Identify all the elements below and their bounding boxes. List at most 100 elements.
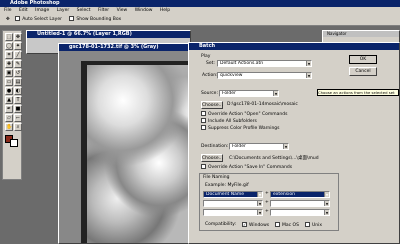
slice-tool-icon[interactable]: ╱ [14,51,22,59]
marquee-tool-icon[interactable]: ⬚ [5,33,13,41]
brush-tool-icon[interactable]: ✎ [14,60,22,68]
zoom-tool-icon[interactable]: ⌕ [14,123,22,131]
destination-label: Destination: [201,144,229,149]
move-tool-icon[interactable]: ✥ [14,33,22,41]
suppress-warnings-option[interactable]: Suppress Color Profile Warnings [201,125,280,131]
plus-sign: + [265,191,269,196]
windows-checkbox[interactable]: ✓ [242,222,247,227]
chevron-down-icon: ▼ [283,144,288,149]
source-path: D:\gsc178-01-14mosaic\mosaic [227,102,298,107]
action-select[interactable]: quickview ▼ [217,72,312,79]
document-title-bar[interactable]: gsc178-01-1732.tif @ 3% (Gray) [59,44,207,51]
toolbox: ⬚ ✥ ◯ ✦ ⌗ ╱ ✚ ✎ ▣ ↺ ▭ ▤ ● ◐ ▲ T ✒ ■ ▱ ⌐ … [2,30,22,180]
action-label: Action: [202,73,218,78]
document-title-bar[interactable]: Untitled-1 @ 66.7% (Layer 1,RGB) [27,31,190,38]
bounding-box-checkbox[interactable] [69,16,75,21]
ok-button[interactable]: OK [349,55,377,64]
naming-field-5[interactable]: ▼ [203,209,263,216]
chevron-down-icon: ▼ [306,61,311,66]
naming-field-6[interactable]: ▼ [270,209,330,216]
blur-tool-icon[interactable]: ● [5,87,13,95]
cancel-button[interactable]: Cancel [349,67,377,76]
menu-bar: File Edit Image Layer Select Filter View… [0,7,400,14]
menu-help[interactable]: Help [160,8,170,13]
menu-view[interactable]: View [117,8,128,13]
source-tooltip: Choose an actions from the selected set [317,89,399,96]
menu-image[interactable]: Image [35,8,49,13]
chevron-down-icon: ▼ [273,91,278,96]
notes-tool-icon[interactable]: ▱ [5,114,13,122]
magic-wand-icon[interactable]: ✦ [14,42,22,50]
path-select-icon[interactable]: ▲ [5,96,13,104]
plus-sign: + [265,200,269,205]
batch-dialog: Batch Play Set: Default Actions.atn ▼ Act… [188,42,400,244]
background-color-swatch[interactable] [10,139,18,147]
app-title: Adobe Photoshop [10,0,60,6]
menu-file[interactable]: File [4,8,12,13]
move-tool-icon: ✥ [6,17,10,22]
override-save-checkbox[interactable] [201,164,206,169]
chevron-down-icon: ▼ [324,192,329,197]
file-naming-group: File Naming Example: MyFile.gif Document… [199,173,339,231]
set-label: Set: [206,61,215,66]
source-choose-button[interactable]: Choose... [201,101,223,109]
menu-select[interactable]: Select [77,8,91,13]
stamp-tool-icon[interactable]: ▣ [5,69,13,77]
lasso-tool-icon[interactable]: ◯ [5,42,13,50]
override-save-option[interactable]: Override Action "Save In" Commands [201,164,292,170]
heal-tool-icon[interactable]: ✚ [5,60,13,68]
source-label: Source: [201,91,218,96]
type-tool-icon[interactable]: T [14,96,22,104]
canvas-area[interactable] [59,51,207,243]
menu-filter[interactable]: Filter [98,8,109,13]
auto-select-checkbox[interactable] [15,16,21,21]
destination-path: C:\Documents and Settings\...\桌面\mud [229,156,319,161]
dodge-tool-icon[interactable]: ◐ [14,87,22,95]
chevron-down-icon: ▼ [257,201,262,206]
naming-field-3[interactable]: ▼ [203,200,263,207]
pen-tool-icon[interactable]: ✒ [5,105,13,113]
history-brush-icon[interactable]: ↺ [14,69,22,77]
hand-tool-icon[interactable]: ✋ [5,123,13,131]
document-window-gsc178[interactable]: gsc178-01-1732.tif @ 3% (Gray) [58,43,208,244]
destination-select[interactable]: Folder ▼ [229,143,289,150]
app-title-bar: Adobe Photoshop [0,0,400,7]
menu-edit[interactable]: Edit [19,8,28,13]
destination-choose-button[interactable]: Choose... [201,154,223,162]
play-group-label: Play [201,54,211,59]
options-bar: ✥ Auto Select Layer Show Bounding Box [0,14,400,26]
plus-sign: + [265,209,269,214]
macos-checkbox[interactable] [275,222,280,227]
naming-field-4[interactable]: ▼ [270,200,330,207]
override-open-checkbox[interactable] [201,111,206,116]
set-select[interactable]: Default Actions.atn ▼ [217,60,312,67]
document-title: Untitled-1 @ 66.7% (Layer 1,RGB) [37,31,132,37]
navigator-tab[interactable]: Navigator [327,31,347,36]
batch-title-bar[interactable]: Batch [189,43,399,50]
chevron-down-icon: ▼ [257,192,262,197]
menu-layer[interactable]: Layer [57,8,70,13]
compatibility-label: Compatibility: [205,222,237,227]
gradient-tool-icon[interactable]: ▤ [14,78,22,86]
naming-field-2[interactable]: extension ▼ [270,191,330,198]
bounding-box-label: Show Bounding Box [76,17,122,22]
include-subfolders-checkbox[interactable] [201,118,206,123]
eyedropper-icon[interactable]: ⌐ [14,114,22,122]
source-select[interactable]: Folder ▼ [219,90,279,97]
naming-example: Example: MyFile.gif [205,183,249,188]
chevron-down-icon: ▼ [324,201,329,206]
crop-tool-icon[interactable]: ⌗ [5,51,13,59]
suppress-warnings-checkbox[interactable] [201,125,206,130]
file-naming-label: File Naming [203,175,230,180]
include-subfolders-option[interactable]: Include All Subfolders [201,118,257,124]
override-open-option[interactable]: Override Action "Open" Commands [201,111,288,117]
shape-tool-icon[interactable]: ■ [14,105,22,113]
document-title: gsc178-01-1732.tif @ 3% (Gray) [69,44,159,50]
eraser-tool-icon[interactable]: ▭ [5,78,13,86]
naming-field-1[interactable]: Document Name ▼ [203,191,263,198]
windows-option[interactable]: ✓ Windows [242,222,269,228]
menu-window[interactable]: Window [135,8,153,13]
macos-option[interactable]: Mac OS [275,222,299,228]
unix-checkbox[interactable] [305,222,310,227]
unix-option[interactable]: Unix [305,222,322,228]
